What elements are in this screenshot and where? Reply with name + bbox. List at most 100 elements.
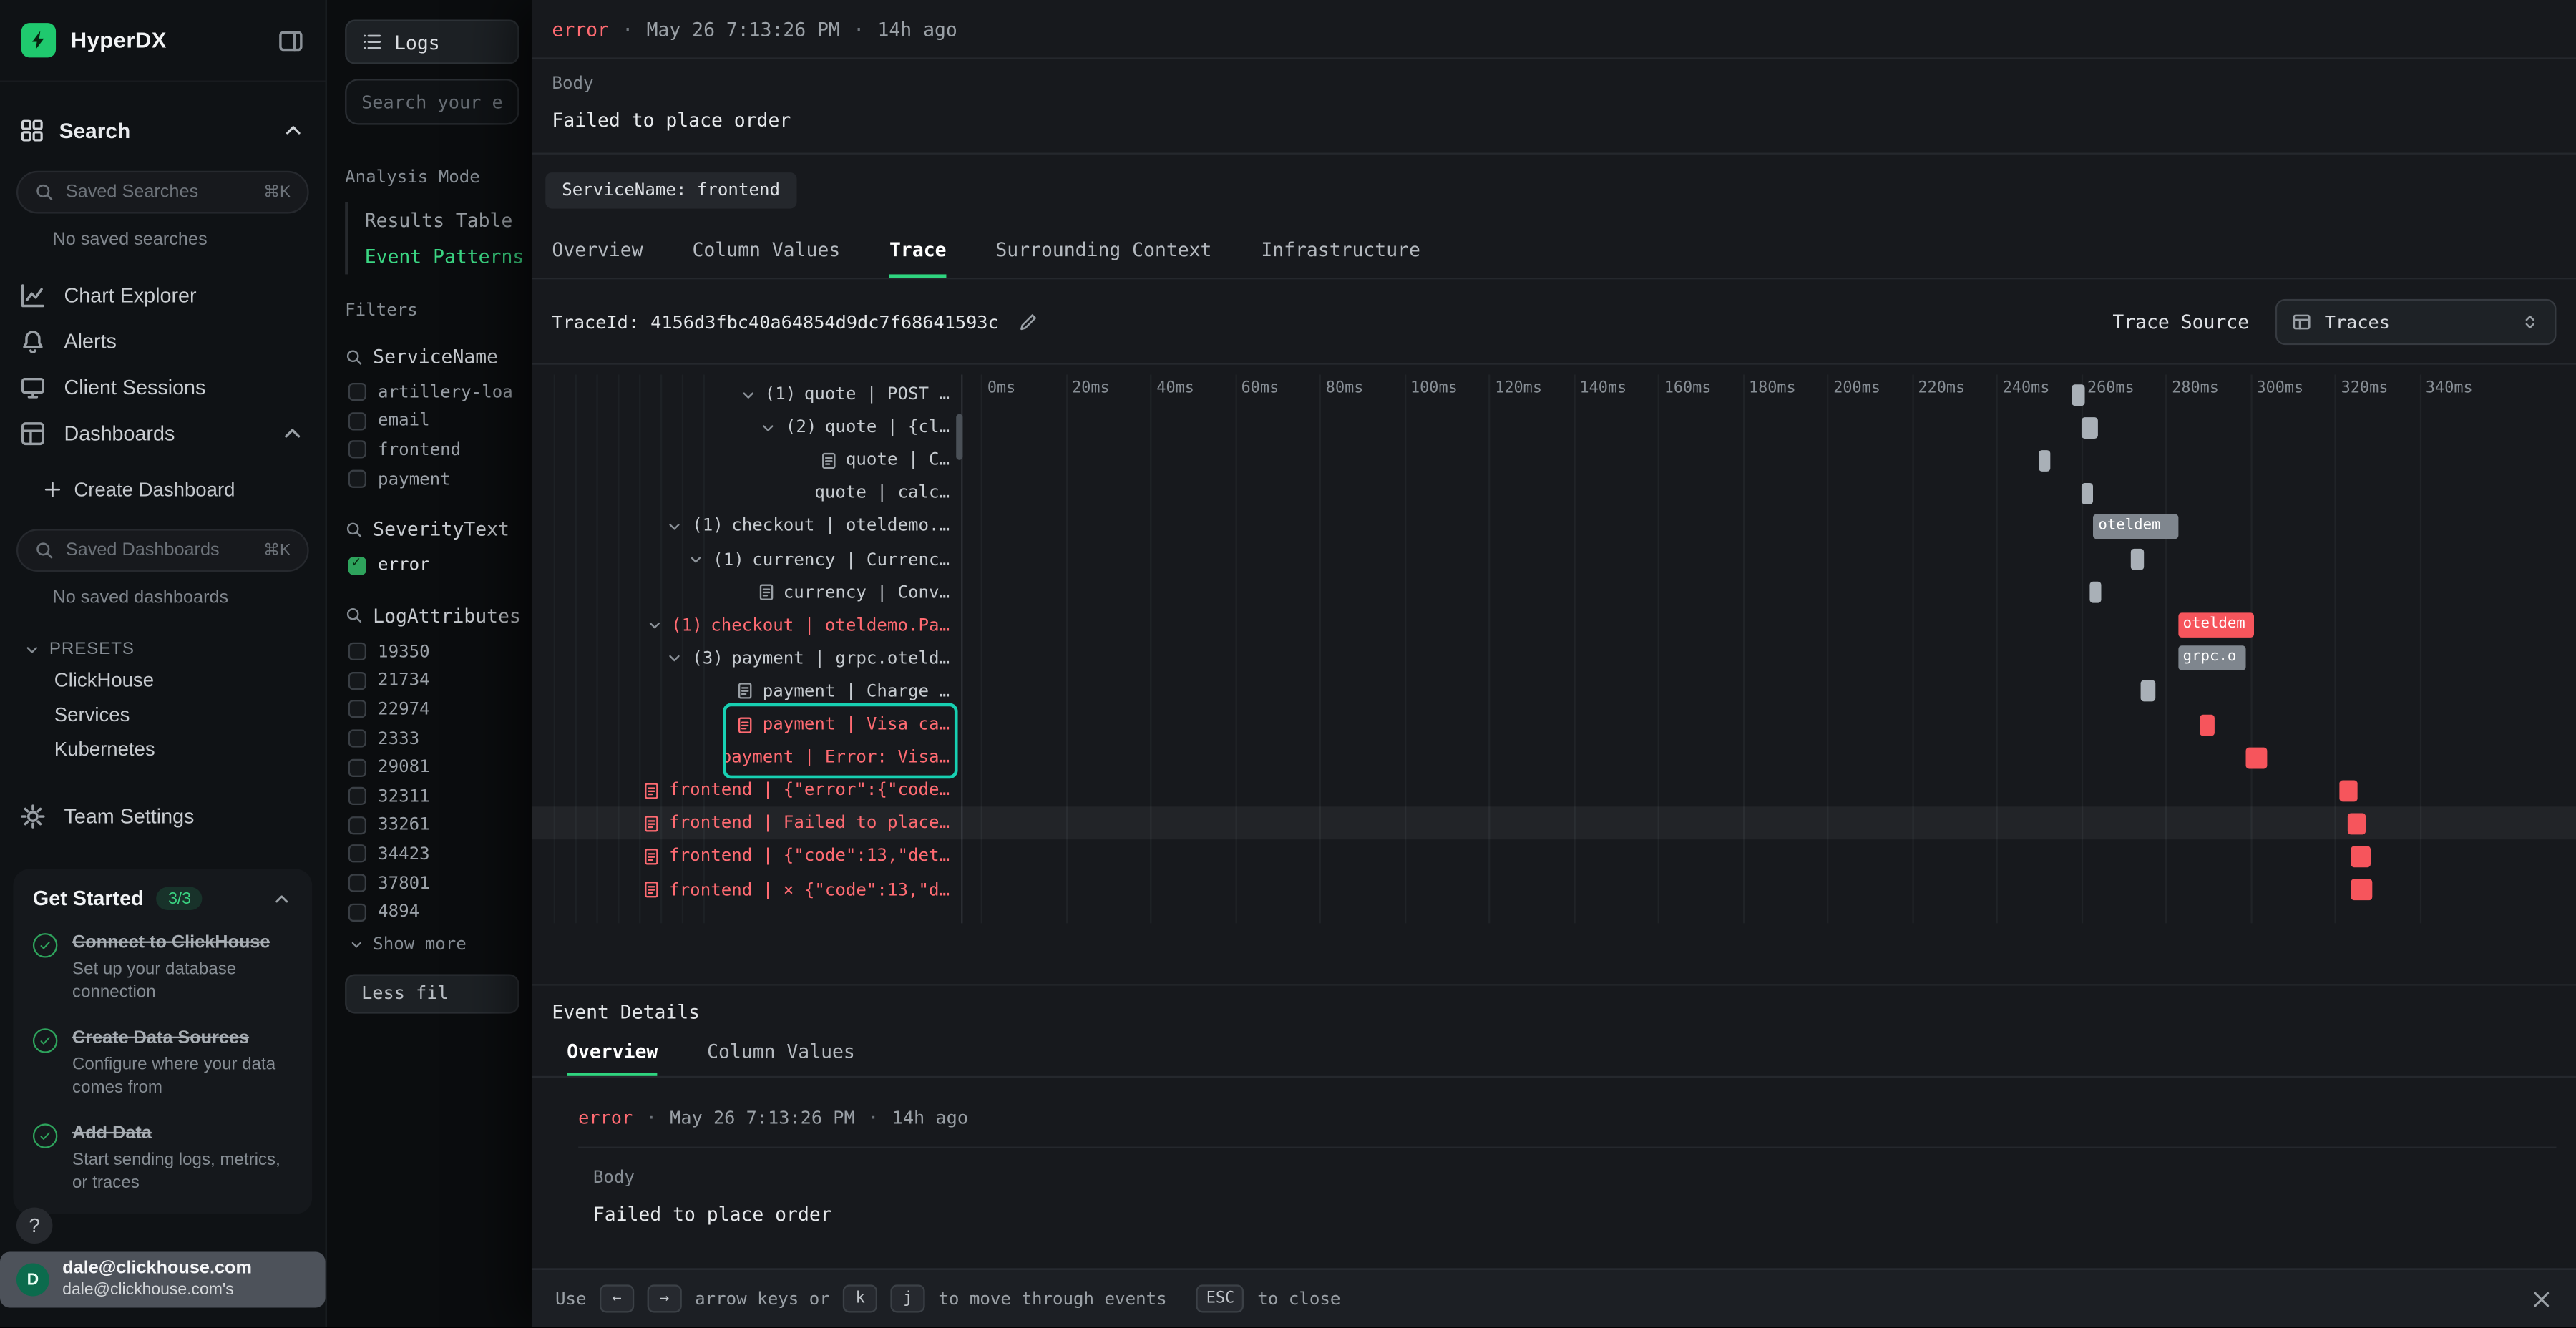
facet-checkbox-row[interactable]: 32311 — [327, 782, 532, 811]
checkbox[interactable] — [348, 903, 366, 921]
checkbox[interactable] — [348, 643, 366, 660]
trace-row[interactable]: quote | C… — [532, 444, 2576, 477]
chevron-up-icon[interactable] — [271, 888, 293, 909]
span-bar[interactable] — [2245, 747, 2267, 768]
get-started-header[interactable]: Get Started 3/3 — [33, 887, 293, 910]
checkbox[interactable] — [348, 441, 366, 459]
facet-checkbox-row[interactable]: email — [327, 406, 532, 435]
facet-checkbox-row[interactable]: 19350 — [327, 638, 532, 666]
trace-source-select[interactable]: Traces — [2275, 299, 2557, 345]
service-name-tag[interactable]: ServiceName: frontend — [545, 172, 796, 209]
sidebar-item-chart-explorer[interactable]: Chart Explorer — [0, 273, 326, 318]
span-bar[interactable] — [2351, 879, 2373, 900]
trace-row[interactable]: (1)quote | POST … — [532, 378, 2576, 411]
presets-toggle[interactable]: PRESETS — [23, 634, 325, 663]
facet-checkbox-row[interactable]: 21734 — [327, 666, 532, 695]
checkbox[interactable] — [348, 758, 366, 776]
checkbox[interactable] — [348, 787, 366, 805]
source-select[interactable]: Logs — [345, 20, 519, 64]
span-bar[interactable] — [2347, 813, 2366, 834]
trace-row[interactable]: (3)payment | grpc.oteld…grpc.o — [532, 642, 2576, 675]
facet-checkbox-row[interactable]: 2333 — [327, 724, 532, 753]
checkbox[interactable] — [348, 557, 366, 575]
span-bar[interactable] — [2081, 416, 2098, 438]
span-bar[interactable] — [2140, 680, 2155, 702]
checkbox[interactable] — [348, 412, 366, 430]
team-settings-button[interactable]: Team Settings — [0, 794, 326, 839]
facet-checkbox-row[interactable]: 34423 — [327, 840, 532, 869]
checkbox[interactable] — [348, 874, 366, 892]
checkbox[interactable] — [348, 672, 366, 690]
facet-checkbox-row[interactable]: error — [327, 551, 532, 580]
span-bar[interactable] — [2039, 449, 2051, 471]
facet-checkbox-row[interactable]: frontend — [327, 436, 532, 464]
event-details-tab-overview[interactable]: Overview — [567, 1028, 658, 1076]
facet-checkbox-row[interactable]: 37801 — [327, 869, 532, 897]
span-bar[interactable] — [2338, 780, 2358, 801]
saved-searches-placeholder: Saved Searches — [66, 182, 252, 202]
event-details-section: Event Details OverviewColumn Values erro… — [532, 986, 2576, 1269]
span-bar[interactable] — [2072, 384, 2085, 405]
preset-item-clickhouse[interactable]: ClickHouse — [0, 664, 326, 698]
checkbox[interactable] — [348, 729, 366, 747]
tab-surrounding-context[interactable]: Surrounding Context — [995, 223, 1211, 278]
trace-row[interactable]: currency | Conv… — [532, 576, 2576, 609]
facet-checkbox-row[interactable]: 4894 — [327, 897, 532, 926]
tab-infrastructure[interactable]: Infrastructure — [1261, 223, 1420, 278]
user-menu[interactable]: D dale@clickhouse.com dale@clickhouse.co… — [0, 1252, 326, 1308]
saved-searches-input[interactable]: Saved Searches ⌘K — [16, 171, 309, 214]
saved-dashboards-input[interactable]: Saved Dashboards ⌘K — [16, 529, 309, 572]
collapse-sidebar-icon[interactable] — [278, 27, 304, 54]
event-details-tab-column-values[interactable]: Column Values — [707, 1028, 855, 1076]
trace-row[interactable]: frontend | × {"code":13,"d… — [532, 873, 2576, 906]
sidebar-item-client-sessions[interactable]: Client Sessions — [0, 365, 326, 411]
sidebar-item-alerts[interactable]: Alerts — [0, 318, 326, 364]
facet-checkbox-row[interactable]: 29081 — [327, 753, 532, 781]
create-dashboard-button[interactable]: Create Dashboard — [0, 470, 326, 509]
trace-row[interactable]: frontend | {"code":13,"det… — [532, 840, 2576, 873]
search-section-header[interactable]: Search — [20, 109, 306, 152]
trace-row[interactable]: (2)quote | {cl… — [532, 411, 2576, 444]
trace-row[interactable]: quote | calc… — [532, 477, 2576, 509]
analysis-mode-event-patterns[interactable]: Event Patterns — [348, 238, 532, 275]
query-input[interactable]: Search your e — [345, 79, 519, 125]
span-bar[interactable]: oteldem — [2094, 514, 2178, 538]
edit-icon[interactable] — [1018, 312, 1038, 332]
facet-checkbox-row[interactable]: 22974 — [327, 695, 532, 724]
tab-column-values[interactable]: Column Values — [692, 223, 840, 278]
tab-overview[interactable]: Overview — [552, 223, 643, 278]
span-bar[interactable] — [2132, 549, 2145, 570]
trace-row[interactable]: (1)currency | Currenc… — [532, 543, 2576, 576]
trace-row[interactable]: frontend | {"error":{"code… — [532, 774, 2576, 807]
span-bar[interactable] — [2199, 714, 2214, 736]
facet-items: 1935021734229742333290813231133261344233… — [327, 638, 532, 927]
detail-tabs: Overview Column Values Trace Surrounding Co… — [532, 223, 2576, 279]
checkbox[interactable] — [348, 700, 366, 718]
checkbox[interactable] — [348, 816, 366, 834]
span-bar[interactable]: grpc.o — [2178, 646, 2246, 670]
help-button[interactable]: ? — [16, 1208, 53, 1244]
show-more-button[interactable]: Show more — [327, 932, 532, 958]
preset-item-kubernetes[interactable]: Kubernetes — [0, 733, 326, 767]
checkbox[interactable] — [348, 845, 366, 863]
app-title: HyperDX — [71, 28, 167, 52]
trace-row[interactable]: (1)checkout | oteldemo.Pa…oteldem — [532, 609, 2576, 642]
facet-checkbox-row[interactable]: payment — [327, 464, 532, 493]
tab-trace[interactable]: Trace — [889, 223, 946, 278]
trace-row[interactable]: (1)checkout | oteldemo.…oteldem — [532, 510, 2576, 543]
checkbox[interactable] — [348, 470, 366, 488]
preset-item-services[interactable]: Services — [0, 698, 326, 733]
less-filters-button[interactable]: Less fil — [345, 974, 519, 1013]
facet-checkbox-row[interactable]: artillery-loa — [327, 378, 532, 406]
span-bar[interactable] — [2351, 846, 2371, 867]
chevron-up-icon[interactable] — [281, 117, 306, 142]
span-bar[interactable]: oteldem — [2178, 613, 2254, 638]
span-bar[interactable] — [2089, 582, 2102, 603]
trace-row[interactable]: frontend | Failed to place… — [532, 807, 2576, 840]
facet-checkbox-row[interactable]: 33261 — [327, 811, 532, 839]
checkbox[interactable] — [348, 384, 366, 401]
span-bar[interactable] — [2081, 483, 2094, 504]
sidebar-item-dashboards[interactable]: Dashboards — [0, 411, 326, 456]
analysis-mode-results-table[interactable]: Results Table — [348, 202, 532, 238]
close-icon[interactable] — [2530, 1288, 2553, 1311]
